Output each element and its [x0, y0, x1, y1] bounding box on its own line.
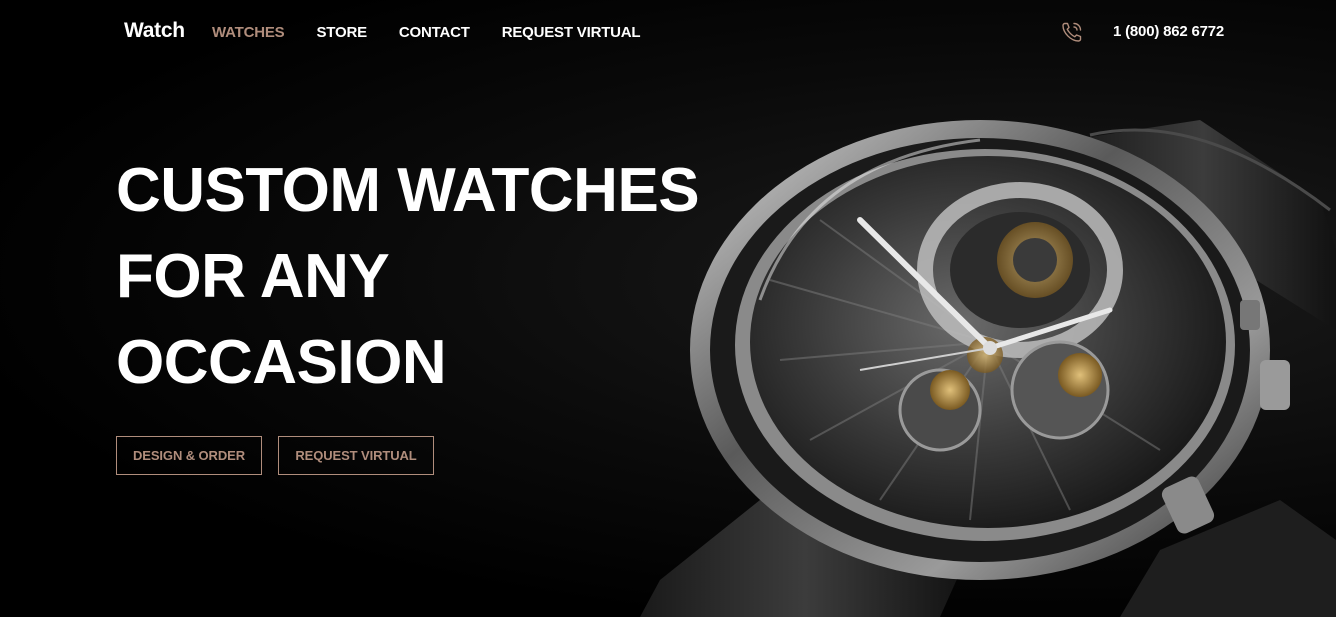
request-virtual-button[interactable]: REQUEST VIRTUAL: [278, 436, 434, 475]
nav-item-watches[interactable]: WATCHES: [212, 24, 285, 41]
headline-line-2: FOR ANY: [116, 242, 390, 311]
headline-line-3: OCCASION: [116, 328, 447, 397]
design-order-button[interactable]: DESIGN & ORDER: [116, 436, 262, 475]
logo[interactable]: Watch: [124, 19, 185, 43]
headline-line-1: CUSTOM WATCHES: [116, 156, 700, 225]
hero-section: Watch WATCHES STORE CONTACT REQUEST VIRT…: [0, 0, 1336, 617]
nav-item-request-virtual[interactable]: REQUEST VIRTUAL: [502, 24, 641, 41]
phone-number[interactable]: 1 (800) 862 6772: [1113, 23, 1224, 40]
top-nav: Watch WATCHES STORE CONTACT REQUEST VIRT…: [0, 0, 1336, 64]
nav-item-contact[interactable]: CONTACT: [399, 24, 470, 41]
hero-headline: CUSTOM WATCHES FOR ANY OCCASION: [116, 148, 716, 406]
nav-item-store[interactable]: STORE: [317, 24, 368, 41]
nav-menu: WATCHES STORE CONTACT REQUEST VIRTUAL: [212, 24, 672, 41]
watch-image: [640, 120, 1336, 617]
phone-icon[interactable]: [1060, 20, 1084, 44]
